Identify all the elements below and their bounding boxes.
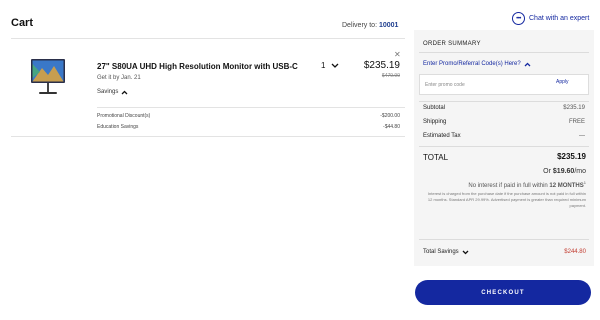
total-value: $235.19 bbox=[557, 152, 586, 161]
remove-item-icon[interactable]: ✕ bbox=[394, 50, 401, 59]
total-label: TOTAL bbox=[423, 153, 449, 162]
interest-footnote: 1 bbox=[583, 180, 586, 185]
monthly-amount: $19.60 bbox=[552, 168, 575, 175]
chat-label: Chat with an expert bbox=[529, 15, 590, 22]
product-original-price: $479.99 bbox=[381, 73, 400, 79]
product-name[interactable]: 27" S80UA UHD High Resolution Monitor wi… bbox=[97, 62, 298, 71]
chevron-up-icon bbox=[524, 62, 531, 66]
discount-divider bbox=[97, 107, 405, 108]
summary-divider bbox=[419, 239, 589, 240]
delivery-label: Delivery to: bbox=[342, 22, 378, 29]
promo-code-toggle[interactable]: Enter Promo/Referral Code(s) Here? bbox=[423, 61, 531, 67]
page-title: Cart bbox=[11, 17, 34, 29]
estimated-tax-value: — bbox=[579, 133, 585, 139]
interest-prefix: No interest if paid in full within bbox=[468, 183, 550, 189]
shipping-label: Shipping bbox=[423, 119, 447, 125]
total-savings-toggle[interactable]: Total Savings bbox=[423, 249, 469, 255]
chevron-up-icon bbox=[121, 90, 128, 94]
summary-divider bbox=[419, 146, 589, 147]
quantity-value: 1 bbox=[321, 61, 326, 70]
order-summary-heading: ORDER SUMMARY bbox=[423, 41, 481, 47]
summary-divider bbox=[419, 52, 589, 53]
delivery-zip[interactable]: 10001 bbox=[379, 22, 398, 29]
promo-link-label: Enter Promo/Referral Code(s) Here? bbox=[423, 61, 521, 67]
product-delivery-estimate: Get it by Jan. 21 bbox=[97, 75, 141, 81]
monitor-product-image[interactable] bbox=[30, 58, 66, 96]
total-savings-value: $244.80 bbox=[564, 249, 586, 255]
discount-label: Promotional Discount(s) bbox=[97, 113, 151, 119]
cart-top-divider bbox=[11, 38, 405, 39]
promo-code-input[interactable] bbox=[425, 79, 535, 90]
cart-bottom-divider bbox=[11, 136, 405, 137]
delivery-location[interactable]: Delivery to: 10001 bbox=[342, 22, 398, 29]
savings-label: Savings bbox=[97, 89, 119, 95]
chevron-down-icon bbox=[331, 63, 339, 68]
apply-promo-button[interactable]: Apply bbox=[556, 79, 569, 85]
discount-value: -$200.00 bbox=[380, 113, 400, 119]
product-price: $235.19 bbox=[363, 60, 400, 71]
summary-divider bbox=[419, 101, 589, 102]
chat-with-expert-link[interactable]: ••• Chat with an expert bbox=[512, 12, 589, 25]
discount-value: -$44.80 bbox=[383, 124, 400, 130]
subtotal-value: $235.19 bbox=[563, 105, 585, 111]
subtotal-label: Subtotal bbox=[423, 105, 446, 111]
total-savings-label: Total Savings bbox=[423, 249, 459, 255]
financing-fine-print: Interest is charged from the purchase da… bbox=[427, 191, 586, 208]
monthly-payment: Or $19.60/mo bbox=[470, 168, 586, 175]
checkout-button[interactable]: CHECKOUT bbox=[415, 280, 591, 305]
interest-note: No interest if paid in full within 12 MO… bbox=[424, 180, 586, 189]
discount-label: Education Savings bbox=[97, 124, 139, 130]
quantity-select[interactable]: 1 bbox=[321, 61, 339, 70]
interest-months: 12 MONTHS bbox=[549, 183, 584, 189]
estimated-tax-label: Estimated Tax bbox=[423, 133, 461, 139]
chat-bubble-icon: ••• bbox=[512, 12, 525, 25]
monthly-suffix: /mo bbox=[574, 168, 586, 175]
product-savings-toggle[interactable]: Savings bbox=[97, 89, 128, 95]
shipping-value: FREE bbox=[568, 119, 585, 125]
monthly-prefix: Or bbox=[543, 168, 553, 175]
chevron-down-icon bbox=[462, 250, 469, 254]
